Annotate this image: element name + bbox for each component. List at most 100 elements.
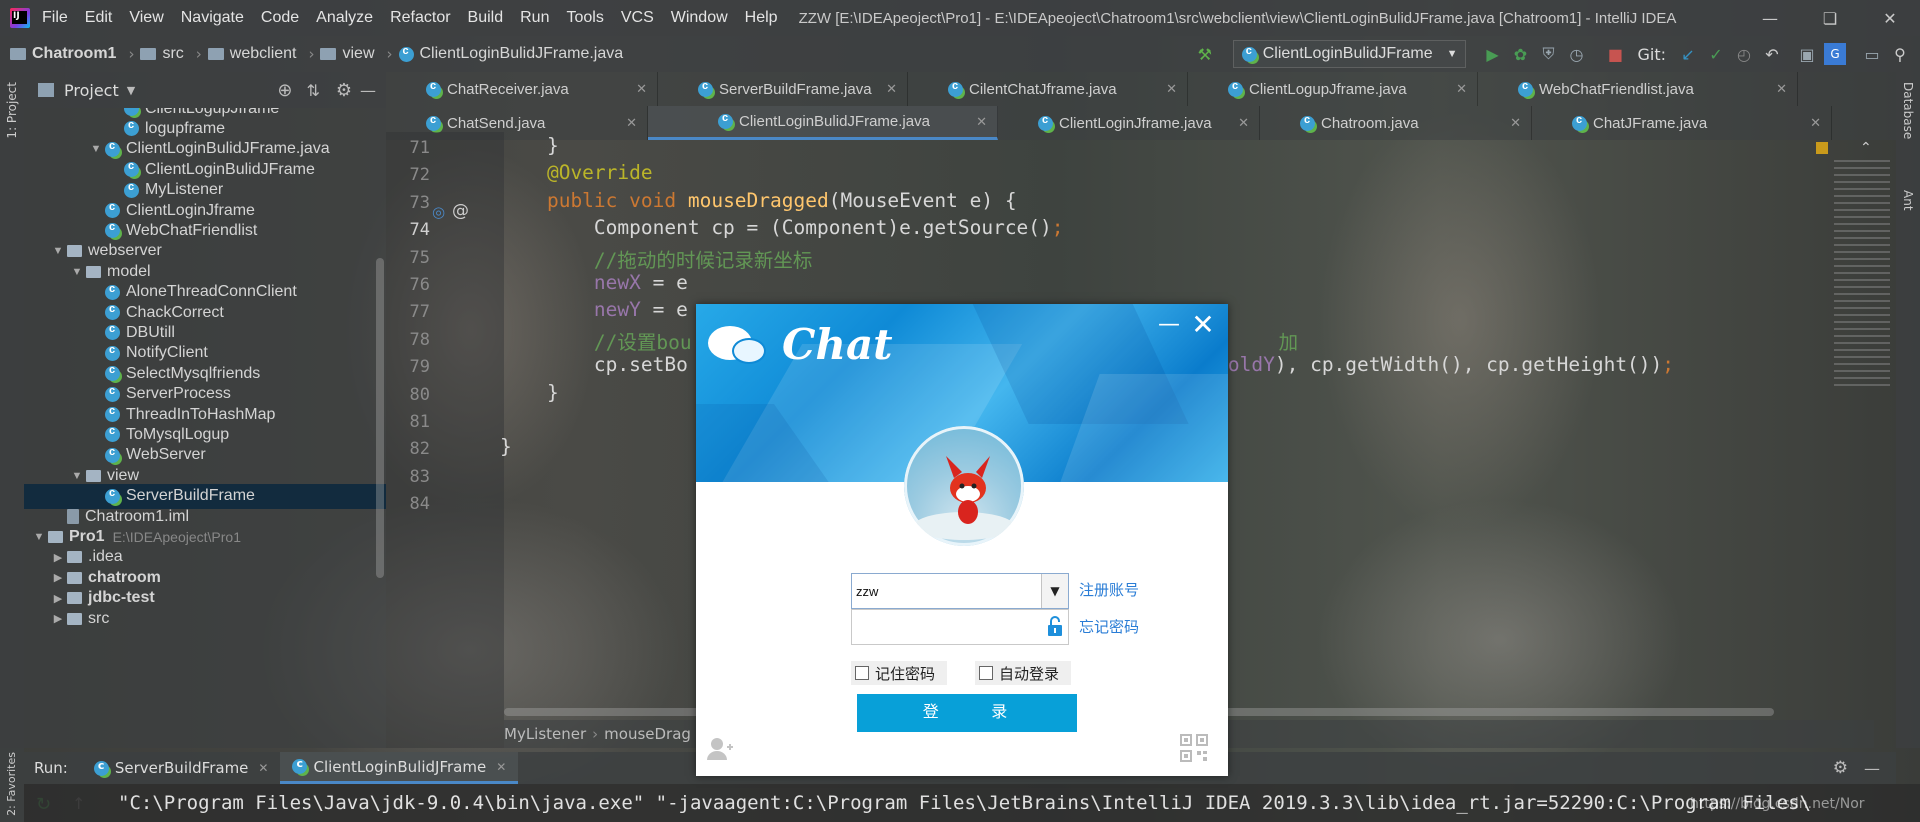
close-tab-icon[interactable]: ✕ [258,761,268,775]
run-configuration-select[interactable]: ClientLoginBulidJFrame ▼ [1232,40,1467,68]
tree-scrollbar[interactable] [376,258,384,578]
crumb-src[interactable]: src [140,45,184,63]
close-tab-icon[interactable]: ✕ [1238,115,1249,131]
editor-tab[interactable]: CilentChatJframe.java ✕ [908,72,1188,106]
chevron-down-icon[interactable]: ▼ [30,531,48,543]
menu-view[interactable]: View [129,9,163,27]
layout-icon[interactable]: ▭ [1861,43,1883,65]
qr-code-icon[interactable] [1180,734,1208,762]
crumb-file[interactable]: ClientLoginBulidJFrame.java [398,45,623,63]
close-tab-icon[interactable]: ✕ [1776,81,1787,97]
login-button[interactable]: 登 录 [857,694,1077,732]
locate-file-icon[interactable]: ⊕ [277,80,292,101]
editor-tab[interactable]: ClientLoginJframe.java ✕ [998,106,1260,140]
auto-login-checkbox[interactable]: 自动登录 [975,661,1071,685]
history-icon[interactable]: ◴ [1733,43,1755,65]
close-tab-icon[interactable]: ✕ [496,760,506,774]
restore-icon[interactable]: ❏ [1800,9,1860,28]
chevron-right-icon[interactable]: ▶ [49,592,67,605]
editor-tab[interactable]: ServerBuildFrame.java ✕ [658,72,908,106]
menu-build[interactable]: Build [468,9,504,27]
override-marker-icon[interactable]: ◎ [432,203,445,221]
chevron-up-icon[interactable]: ⌃ [1860,140,1872,156]
breadcrumb-method[interactable]: mouseDrag [604,725,691,743]
menu-refactor[interactable]: Refactor [390,9,450,27]
crumb-view[interactable]: view [320,45,375,63]
run-icon[interactable]: ▶ [1481,43,1503,65]
translate-icon[interactable]: G [1824,43,1846,65]
menu-navigate[interactable]: Navigate [181,9,244,27]
menu-analyze[interactable]: Analyze [316,9,373,27]
crumb-webclient[interactable]: webclient [207,45,296,63]
minimize-icon[interactable]: — [1740,9,1800,28]
register-link[interactable]: 注册账号 [1079,579,1139,600]
close-tab-icon[interactable]: ✕ [1510,115,1521,131]
menu-code[interactable]: Code [261,9,299,27]
favorites-tool-window-button[interactable]: 2: Favorites [5,752,18,816]
profile-icon[interactable]: ◷ [1565,43,1587,65]
checkbox-box[interactable] [979,666,993,680]
coverage-icon[interactable]: ⛨ [1537,43,1559,65]
run-tab-clientlogin[interactable]: ClientLoginBulidJFrame ✕ [280,752,519,784]
menu-file[interactable]: File [42,9,68,27]
database-tool-window-button[interactable]: Database [1901,82,1915,139]
editor-tab[interactable]: ChatJFrame.java ✕ [1532,106,1832,140]
close-tab-icon[interactable]: ✕ [636,81,647,97]
checkbox-box[interactable] [855,666,869,680]
chevron-right-icon[interactable]: ▶ [49,612,67,625]
chevron-down-icon[interactable]: ▼ [68,470,86,482]
dialog-minimize-icon[interactable]: — [1156,312,1182,337]
chevron-down-icon[interactable]: ▼ [87,143,105,155]
hammer-build-icon[interactable]: ⚒ [1194,43,1216,65]
gear-icon[interactable]: ⚙ [336,80,352,101]
chevron-down-icon[interactable]: ▼ [127,84,135,97]
run-tab-serverbuild[interactable]: ServerBuildFrame ✕ [82,752,281,784]
editor-tab[interactable]: ClientLoginBulidJFrame.java ✕ [648,106,998,140]
chevron-right-icon[interactable]: ▶ [49,551,67,564]
rollback-icon[interactable]: ↶ [1761,43,1783,65]
password-field[interactable] [851,609,1069,645]
stop-icon[interactable]: ■ [1604,43,1626,65]
hide-panel-icon[interactable]: — [1864,759,1880,778]
add-user-icon[interactable] [706,736,734,760]
breadcrumb-class[interactable]: MyListener [504,725,586,743]
menu-tools[interactable]: Tools [566,9,603,27]
editor-tab[interactable]: ChatReceiver.java ✕ [386,72,658,106]
project-tool-window-button[interactable]: 1: Project [5,82,19,139]
close-tab-icon[interactable]: ✕ [1810,115,1821,131]
collapse-all-icon[interactable]: ⇅ [306,81,319,100]
search-everywhere-icon[interactable]: ⚲ [1889,43,1911,65]
close-tab-icon[interactable]: ✕ [1166,81,1177,97]
ant-tool-window-button[interactable]: Ant [1901,190,1915,211]
menu-run[interactable]: Run [520,9,549,27]
project-view-selector[interactable]: Project [64,81,119,100]
menu-vcs[interactable]: VCS [621,9,654,27]
chevron-down-icon[interactable]: ▼ [68,266,86,278]
git-commit-icon[interactable]: ✓ [1705,43,1727,65]
close-icon[interactable]: ✕ [1860,9,1920,28]
editor-tab[interactable]: ClientLogupJframe.java ✕ [1188,72,1478,106]
menu-window[interactable]: Window [671,9,728,27]
chevron-down-icon[interactable]: ▼ [1041,574,1068,608]
close-tab-icon[interactable]: ✕ [1456,81,1467,97]
forgot-password-link[interactable]: 忘记密码 [1079,616,1139,637]
close-tab-icon[interactable]: ✕ [886,81,897,97]
project-structure-icon[interactable]: ▣ [1796,43,1818,65]
editor-tab[interactable]: WebChatFriendlist.java ✕ [1478,72,1798,106]
gear-icon[interactable]: ⚙ [1833,758,1848,778]
git-update-icon[interactable]: ↙ [1677,43,1699,65]
tree-item[interactable]: ▶ src [24,606,386,631]
console-output[interactable]: "C:\Program Files\Java\jdk-9.0.4\bin\jav… [24,784,1920,822]
hide-panel-icon[interactable]: — [360,81,376,100]
annotation-marker-icon[interactable]: @ [452,201,469,221]
dialog-close-icon[interactable]: ✕ [1188,308,1218,341]
close-tab-icon[interactable]: ✕ [626,115,637,131]
close-tab-icon[interactable]: ✕ [976,114,987,130]
menu-help[interactable]: Help [745,9,778,27]
crumb-project[interactable]: Chatroom1 [10,45,116,63]
menu-edit[interactable]: Edit [85,9,113,27]
chevron-right-icon[interactable]: ▶ [49,571,67,584]
username-field[interactable]: zzw [851,573,1069,609]
debug-icon[interactable]: ✿ [1509,43,1531,65]
editor-tab[interactable]: Chatroom.java ✕ [1260,106,1532,140]
